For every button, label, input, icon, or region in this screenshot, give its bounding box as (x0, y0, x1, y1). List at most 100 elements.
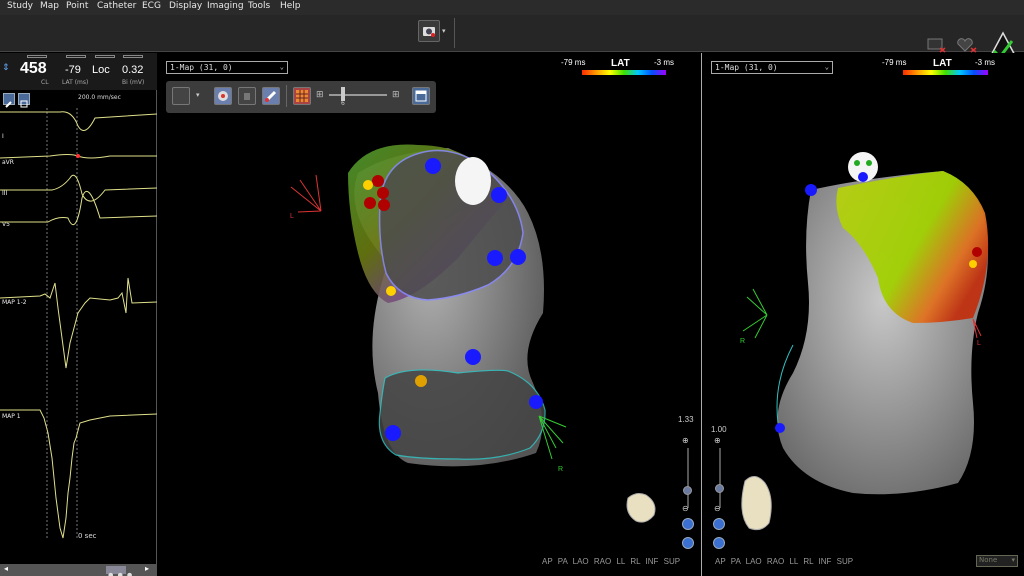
chevron-down-icon: ▾ (1011, 556, 1015, 564)
cl-value: 458 (20, 60, 47, 77)
toolbar: ▾ (0, 15, 1024, 62)
view-inf[interactable]: INF (818, 557, 831, 566)
fit-view-button[interactable] (682, 537, 694, 549)
view-ll[interactable]: LL (789, 557, 798, 566)
trace-map1 (0, 409, 157, 539)
menu-imaging[interactable]: Imaging (207, 1, 244, 11)
point-red[interactable] (972, 247, 982, 257)
menu-display[interactable]: Display (169, 1, 202, 11)
zoom-slider-thumb[interactable] (683, 486, 692, 495)
menu-point[interactable]: Point (66, 1, 88, 11)
point-blue[interactable] (425, 158, 441, 174)
point-blue[interactable] (465, 349, 481, 365)
point-blue[interactable] (487, 250, 503, 266)
zoom-level: 1.00 (711, 425, 727, 434)
view-pa[interactable]: PA (558, 557, 568, 566)
scroll-thumb[interactable]: ••• (106, 566, 134, 576)
point-red[interactable] (364, 197, 376, 209)
zoom-slider-thumb[interactable] (715, 484, 724, 493)
none-select[interactable]: None ▾ (976, 555, 1018, 567)
point-blue[interactable] (805, 184, 817, 196)
point-red[interactable] (377, 187, 389, 199)
valve-marker (455, 157, 491, 205)
view-lao[interactable]: LAO (573, 557, 589, 566)
lat-value: -79 (65, 64, 81, 76)
loc-indicator (95, 55, 115, 58)
time-marker: 0 sec (78, 532, 97, 540)
reset-view-button[interactable] (713, 518, 725, 530)
view-lao[interactable]: LAO (746, 557, 762, 566)
zoom-out-icon[interactable]: ⊖ (682, 504, 689, 513)
lower-annulus-outline (378, 369, 546, 460)
menu-catheter[interactable]: Catheter (97, 1, 136, 11)
snapshot-dropdown-icon[interactable]: ▾ (442, 27, 446, 35)
anatomy-3d-view-primary[interactable]: L R (158, 53, 702, 576)
view-ap[interactable]: AP (715, 557, 726, 566)
view-rao[interactable]: RAO (767, 557, 784, 566)
snapshot-button[interactable] (418, 20, 440, 42)
anatomy-3d-view-secondary[interactable]: R L (703, 53, 1024, 576)
map-pane-secondary[interactable]: 1-Map (31, 0) ⌄ -79 ms LAT -3 ms R L 1.0… (703, 53, 1024, 576)
view-ap[interactable]: AP (542, 557, 553, 566)
point-blue[interactable] (510, 249, 526, 265)
view-ll[interactable]: LL (616, 557, 625, 566)
zoom-slider[interactable] (687, 448, 689, 508)
point-red[interactable] (372, 175, 384, 187)
cl-spinner-icon[interactable]: ⇕ (2, 63, 10, 73)
menu-map[interactable]: Map (40, 1, 59, 11)
axis-label-r: R (740, 338, 745, 345)
trace-v5 (0, 190, 157, 226)
point-yellow[interactable] (415, 375, 427, 387)
point-red[interactable] (378, 199, 390, 211)
point-yellow[interactable] (969, 260, 977, 268)
point-yellow[interactable] (363, 180, 373, 190)
map-pane-primary[interactable]: 1-Map (31, 0) ⌄ -79 ms LAT -3 ms ▾ ⊞ 6 ⊞ (158, 53, 702, 576)
heart-orientation-icon[interactable] (741, 476, 772, 531)
heart-status-icon[interactable] (955, 37, 979, 53)
view-inf[interactable]: INF (645, 557, 658, 566)
zoom-in-icon[interactable]: ⊕ (714, 436, 721, 445)
bi-value: 0.32 (122, 64, 144, 76)
menu-study[interactable]: Study (7, 1, 33, 11)
scroll-left-icon[interactable]: ◂ (4, 564, 8, 573)
none-select-value: None (979, 556, 998, 564)
ecg-panel: ⇕ 458 -79 Loc 0.32 CL LAT (ms) Bi (mV) 2… (0, 53, 157, 576)
zoom-in-icon[interactable]: ⊕ (682, 436, 689, 445)
menu-bar: Study Map Point Catheter ECG Display Ima… (0, 0, 1024, 15)
point-yellow[interactable] (386, 286, 396, 296)
loc-value: Loc (92, 64, 110, 76)
axis-label-l: L (290, 213, 294, 220)
menu-help[interactable]: Help (280, 1, 301, 11)
camera-icon (423, 27, 435, 37)
zoom-out-icon[interactable]: ⊖ (714, 504, 721, 513)
view-sup[interactable]: SUP (664, 557, 680, 566)
view-rao[interactable]: RAO (594, 557, 611, 566)
ecg-traces (0, 108, 157, 539)
menu-ecg[interactable]: ECG (142, 1, 161, 11)
point-green[interactable] (854, 160, 860, 166)
cl-indicator (27, 55, 47, 58)
view-rl[interactable]: RL (630, 557, 640, 566)
point-blue[interactable] (858, 172, 868, 182)
view-pa[interactable]: PA (731, 557, 741, 566)
point-green[interactable] (866, 160, 872, 166)
scroll-right-icon[interactable]: ▸ (145, 564, 149, 573)
point-blue[interactable] (491, 187, 507, 203)
menu-tools[interactable]: Tools (248, 1, 270, 11)
lat-marker (76, 154, 80, 158)
point-blue[interactable] (775, 423, 785, 433)
point-blue[interactable] (385, 425, 401, 441)
heart-orientation-icon[interactable] (626, 493, 656, 523)
reset-view-button[interactable] (682, 518, 694, 530)
zoom-slider[interactable] (719, 448, 721, 508)
view-sup[interactable]: SUP (837, 557, 853, 566)
trace-i (0, 111, 157, 131)
ecg-scrollbar[interactable]: ◂ ••• ▸ (0, 564, 157, 576)
ecg-header: ⇕ 458 -79 Loc 0.32 CL LAT (ms) Bi (mV) (0, 53, 157, 90)
fit-view-button[interactable] (713, 537, 725, 549)
point-blue[interactable] (529, 395, 543, 409)
orientation-axis-left (742, 288, 768, 339)
monitor-status-icon[interactable] (926, 37, 948, 53)
axis-label-r: R (558, 466, 563, 473)
view-rl[interactable]: RL (803, 557, 813, 566)
